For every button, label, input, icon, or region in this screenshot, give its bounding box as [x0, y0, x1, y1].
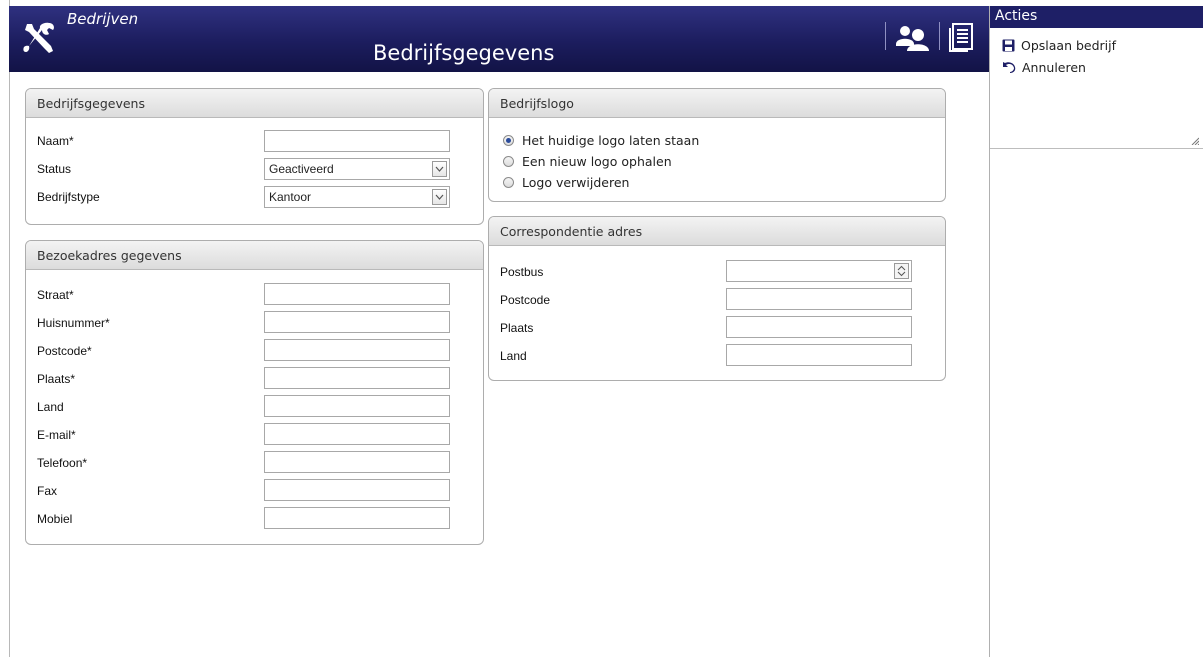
radio-checked-icon [503, 135, 514, 146]
resize-grip-icon[interactable] [1191, 137, 1199, 145]
company-logo-panel: Bedrijfslogo Het huidige logo laten staa… [488, 88, 946, 202]
fax-label: Fax [37, 484, 58, 498]
users-icon[interactable] [895, 24, 929, 52]
save-company-label: Opslaan bedrijf [1021, 37, 1117, 53]
corr-city-label: Plaats [500, 321, 534, 335]
page-header: Bedrijven Bedrijfsgegevens [9, 6, 989, 72]
keep-logo-radio[interactable]: Het huidige logo laten staan [503, 133, 699, 148]
status-value: Geactiveerd [269, 162, 334, 176]
radio-unchecked-icon [503, 156, 514, 167]
company-type-select[interactable]: Kantoor [264, 186, 450, 208]
list-icon[interactable] [948, 22, 974, 52]
street-input[interactable] [264, 283, 450, 305]
city-input[interactable] [264, 367, 450, 389]
phone-label: Telefoon* [37, 456, 88, 470]
corr-country-input[interactable] [726, 344, 912, 366]
name-input[interactable] [264, 130, 450, 152]
mobile-label: Mobiel [37, 512, 73, 526]
fax-input[interactable] [264, 479, 450, 501]
keep-logo-label: Het huidige logo laten staan [522, 133, 700, 148]
radio-unchecked-icon [503, 177, 514, 188]
email-input[interactable] [264, 423, 450, 445]
spinner-icon[interactable] [894, 263, 909, 279]
remove-logo-label: Logo verwijderen [522, 175, 630, 190]
po-box-input[interactable] [726, 260, 912, 282]
corr-country-label: Land [500, 349, 527, 363]
new-logo-radio[interactable]: Een nieuw logo ophalen [503, 154, 672, 169]
chevron-down-icon [432, 189, 447, 205]
cancel-button[interactable]: Annuleren [990, 56, 1203, 78]
actions-title: Acties [990, 6, 1203, 28]
tools-icon[interactable] [21, 20, 57, 56]
mobile-input[interactable] [264, 507, 450, 529]
house-number-input[interactable] [264, 311, 450, 333]
company-type-label: Bedrijfstype [37, 190, 100, 204]
company-details-panel: Bedrijfsgegevens Naam* Status Geactiveer… [25, 88, 484, 225]
frame-border [9, 0, 10, 657]
visit-address-panel: Bezoekadres gegevens Straat* Huisnummer*… [25, 240, 484, 545]
house-number-label: Huisnummer* [37, 316, 110, 330]
postcode-label: Postcode* [37, 344, 92, 358]
corr-city-input[interactable] [726, 316, 912, 338]
phone-input[interactable] [264, 451, 450, 473]
country-label: Land [37, 400, 64, 414]
status-label: Status [37, 162, 72, 176]
corr-postcode-input[interactable] [726, 288, 912, 310]
panel-heading: Bezoekadres gegevens [26, 241, 483, 270]
cancel-label: Annuleren [1022, 59, 1086, 75]
correspondence-address-panel: Correspondentie adres Postbus Postcode P… [488, 216, 946, 381]
country-input[interactable] [264, 395, 450, 417]
panel-heading: Bedrijfslogo [489, 89, 945, 118]
actions-sidebar: Acties Opslaan bedrijf Annuleren [989, 6, 1203, 657]
page-title: Bedrijfsgegevens [373, 41, 555, 65]
remove-logo-radio[interactable]: Logo verwijderen [503, 175, 629, 190]
header-divider [939, 22, 940, 50]
po-box-label: Postbus [500, 265, 544, 279]
email-label: E-mail* [37, 428, 76, 442]
corr-postcode-label: Postcode [500, 293, 551, 307]
company-type-value: Kantoor [269, 190, 312, 204]
status-select[interactable]: Geactiveerd [264, 158, 450, 180]
save-company-button[interactable]: Opslaan bedrijf [990, 34, 1203, 56]
header-divider [885, 22, 886, 50]
actions-list: Opslaan bedrijf Annuleren [990, 34, 1203, 149]
panel-heading: Correspondentie adres [489, 217, 945, 246]
chevron-down-icon [432, 161, 447, 177]
panel-heading: Bedrijfsgegevens [26, 89, 483, 118]
postcode-input[interactable] [264, 339, 450, 361]
street-label: Straat* [37, 288, 74, 302]
city-label: Plaats* [37, 372, 76, 386]
header-subtitle: Bedrijven [67, 10, 139, 28]
new-logo-label: Een nieuw logo ophalen [522, 154, 672, 169]
floppy-disk-icon [1002, 39, 1015, 51]
undo-icon [1003, 62, 1016, 73]
name-label: Naam* [37, 134, 74, 148]
